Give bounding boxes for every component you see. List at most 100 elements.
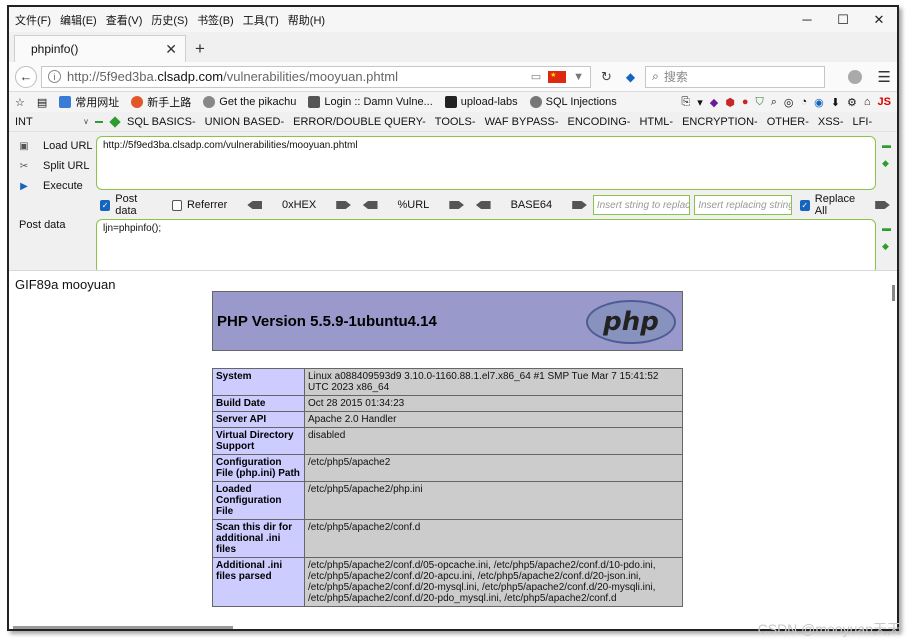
split-url-button[interactable]: ✂ Split URL [17,156,93,176]
maximize-button[interactable]: ☐ [825,12,861,28]
collapse-icon[interactable]: ▬ [882,140,891,150]
gif-header-text: GIF89a mooyuan [15,277,116,292]
menu-view[interactable]: 查看(V) [106,12,143,28]
menu-xss[interactable]: XSS- [818,116,844,128]
ublock-icon[interactable]: ⬢ [725,96,735,109]
minus-icon[interactable] [95,120,103,123]
close-window-button[interactable]: ✕ [861,12,897,28]
chevron-down-icon[interactable]: ▾ [697,96,703,109]
url-encode-arrow-icon[interactable] [449,201,464,209]
hamburger-menu-icon[interactable]: ☰ [878,68,891,86]
hex-decode-arrow-icon[interactable] [247,201,262,209]
menu-encryption[interactable]: ENCRYPTION- [682,116,758,128]
dropdown-arrow-icon[interactable]: ▼ [573,71,584,83]
expand-icon[interactable]: ◆ [882,158,891,169]
reload-icon[interactable]: ↻ [601,69,612,85]
search-input[interactable]: ⌕ 搜索 [645,65,826,88]
tab-phpinfo[interactable]: phpinfo() ✕ [14,35,186,62]
javascript-toggle[interactable]: JS [878,96,891,108]
menu-lfi[interactable]: LFI- [853,116,873,128]
china-flag-icon[interactable] [548,70,567,83]
vertical-scrollbar[interactable] [888,271,897,629]
extension-icon[interactable]: ◆ [626,70,635,84]
settings-icon[interactable]: ⚙ [847,96,857,109]
shield-icon[interactable]: ⛉ [755,96,763,109]
menu-error-double-query[interactable]: ERROR/DOUBLE QUERY- [293,116,426,128]
php-logo: php [586,300,676,344]
row-value: /etc/php5/apache2/conf.d [304,519,683,558]
base64-decode-arrow-icon[interactable] [475,201,491,209]
menu-history[interactable]: 历史(S) [151,12,188,28]
insert-string-input[interactable]: Insert string to replace [592,195,691,215]
table-row: Scan this dir for additional .ini files /… [212,519,683,558]
hackbar-url-textarea[interactable]: http://5f9ed3ba.clsadp.com/vulnerabiliti… [96,136,876,190]
home-icon[interactable]: ⌂ [864,96,871,108]
screenshot-icon[interactable]: ⎘ [681,96,690,109]
globe-icon[interactable]: ◉ [814,96,824,109]
adblock-icon[interactable]: ● [742,96,749,108]
menu-sql-basics[interactable]: SQL BASICS- [127,116,196,128]
bookmark-upload-labs[interactable]: upload-labs [444,96,518,108]
split-url-label: Split URL [43,160,90,172]
menu-file[interactable]: 文件(F) [15,12,51,28]
new-tab-button[interactable]: + [186,35,214,62]
plus-icon[interactable] [109,115,121,128]
tab-close-icon[interactable]: ✕ [165,41,177,58]
cookie-icon[interactable]: ◔ [801,96,808,108]
zoom-icon[interactable]: ⌕ [771,96,777,109]
menu-waf-bypass[interactable]: WAF BYPASS- [485,116,559,128]
star-icon[interactable]: ☆ [15,96,25,109]
scrollbar-thumb[interactable] [892,285,895,301]
bookmarks-bar: ☆ ▤ 常用网址 新手上路 Get the pikachu Login :: D… [9,92,897,112]
wappalyzer-icon[interactable]: ◆ [710,96,718,109]
expand-icon[interactable]: ◆ [882,241,891,252]
menu-union-based[interactable]: UNION BASED- [205,116,284,128]
insert-replacing-input[interactable]: Insert replacing string [694,195,792,215]
hex-encode-arrow-icon[interactable] [336,201,351,209]
reader-view-icon[interactable]: ▭ [531,70,541,83]
replace-arrow-icon[interactable] [875,201,890,209]
bookmark-pikachu[interactable]: Get the pikachu [203,96,296,108]
referrer-checkbox[interactable] [171,199,182,211]
menu-bookmarks[interactable]: 书签(B) [197,12,234,28]
bookmark-common-sites[interactable]: 常用网址 [59,94,119,110]
table-row: Server API Apache 2.0 Handler [212,411,683,428]
menu-help[interactable]: 帮助(H) [288,12,325,28]
replace-all-checkbox[interactable]: ✓ [799,199,810,211]
row-value: Apache 2.0 Handler [304,411,683,428]
menu-html[interactable]: HTML- [639,116,673,128]
info-icon[interactable]: i [48,70,61,83]
collapse-icon[interactable]: ▬ [882,223,891,233]
menu-edit[interactable]: 编辑(E) [60,12,97,28]
address-bar[interactable]: i http://5f9ed3ba. clsadp.com/vulnerabili… [41,65,591,88]
menu-tools[interactable]: TOOLS- [435,116,476,128]
int-label: INT [15,115,33,128]
split-icon: ✂ [19,160,29,172]
post-data-checkbox[interactable]: ✓ [100,199,111,211]
php-version-banner: PHP Version 5.5.9-1ubuntu4.14 php [212,291,683,351]
menu-other[interactable]: OTHER- [767,116,809,128]
minimize-button[interactable]: ─ [789,12,825,28]
account-icon[interactable] [847,69,862,84]
bookmark-getting-started[interactable]: 新手上路 [131,94,191,110]
download-icon[interactable]: ⬇ [831,96,840,109]
bookmark-label: Get the pikachu [219,96,297,108]
post-data-label: Post data [19,219,66,231]
url-decode-arrow-icon[interactable] [362,201,378,209]
menu-tools[interactable]: 工具(T) [243,12,279,28]
execute-button[interactable]: ▶ Execute [17,176,93,196]
bookmark-dvwa[interactable]: Login :: Damn Vulne... [308,96,433,108]
post-data-textarea[interactable]: ljn=phpinfo(); [96,219,876,274]
bookmark-sql-injections[interactable]: SQL Injections [529,96,617,108]
bookmark-label: SQL Injections [545,96,617,108]
base64-encode-arrow-icon[interactable] [572,201,587,209]
horizontal-scrollbar[interactable] [13,626,233,629]
load-url-button[interactable]: ▣ Load URL [17,136,92,156]
watermark: CSDN @mooyuan天天 [757,621,901,637]
library-icon[interactable]: ▤ [37,96,47,109]
chevron-down-icon: ∨ [83,117,89,126]
menu-encoding[interactable]: ENCODING- [568,116,631,128]
int-select[interactable]: INT ∨ [15,116,95,128]
proxy-icon[interactable]: ◎ [784,96,794,109]
back-button[interactable]: ← [15,65,37,88]
